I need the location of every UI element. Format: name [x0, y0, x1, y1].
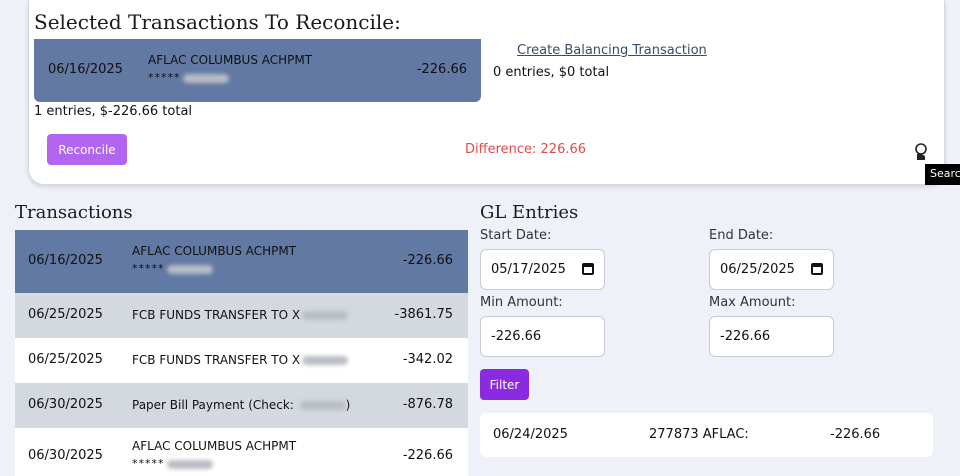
transaction-amount: -226.66 [402, 253, 453, 268]
transaction-date: 06/30/2025 [28, 448, 103, 463]
create-balancing-transaction-link[interactable]: Create Balancing Transaction [517, 43, 707, 58]
start-date-input[interactable]: 05/17/2025 [480, 249, 605, 290]
balancing-summary: 0 entries, $0 total [493, 65, 610, 80]
transactions-title: Transactions [15, 202, 133, 223]
difference-text: Difference: 226.66 [465, 142, 587, 157]
transaction-amount: -226.66 [402, 448, 453, 463]
redacted-text [299, 401, 346, 410]
calendar-icon[interactable] [582, 263, 594, 275]
redacted-text [302, 356, 349, 365]
redacted-text [182, 73, 229, 83]
transaction-row[interactable]: 06/25/2025 FCB FUNDS TRANSFER TO X -3861… [15, 293, 468, 338]
filter-button[interactable]: Filter [480, 369, 529, 400]
gl-entry-date: 06/24/2025 [493, 427, 568, 442]
transaction-row[interactable]: 06/30/2025 AFLAC COLUMBUS ACHPMT ***** -… [15, 428, 468, 476]
transaction-row[interactable]: 06/16/2025 AFLAC COLUMBUS ACHPMT ***** -… [15, 230, 468, 293]
end-date-label: End Date: [709, 228, 774, 243]
transaction-account: ***** [132, 457, 213, 470]
transaction-account: ***** [132, 262, 213, 275]
min-amount-label: Min Amount: [480, 295, 563, 310]
transaction-description: AFLAC COLUMBUS ACHPMT [132, 439, 297, 453]
max-amount-value: -226.66 [720, 329, 771, 344]
gl-entries-title: GL Entries [480, 202, 579, 223]
transaction-row[interactable]: 06/30/2025 Paper Bill Payment (Check: ) … [15, 383, 468, 428]
end-date-value: 06/25/2025 [720, 262, 795, 277]
search-tooltip: Search [925, 164, 960, 185]
transaction-date: 06/30/2025 [28, 397, 103, 412]
redacted-text [302, 311, 349, 320]
transactions-list: 06/16/2025 AFLAC COLUMBUS ACHPMT ***** -… [15, 230, 468, 476]
selected-transaction-account: ***** [148, 71, 229, 84]
transaction-description: AFLAC COLUMBUS ACHPMT [132, 244, 297, 258]
transaction-amount: -3861.75 [394, 307, 453, 322]
end-date-input[interactable]: 06/25/2025 [709, 249, 834, 290]
calendar-icon[interactable] [811, 263, 823, 275]
max-amount-input[interactable]: -226.66 [709, 316, 834, 357]
transaction-date: 06/25/2025 [28, 352, 103, 367]
gl-entry-description: 277873 AFLAC: [649, 427, 749, 442]
min-amount-value: -226.66 [491, 329, 542, 344]
transaction-description: FCB FUNDS TRANSFER TO X [132, 308, 349, 322]
selected-transaction-description: AFLAC COLUMBUS ACHPMT [148, 53, 313, 67]
max-amount-label: Max Amount: [709, 295, 796, 310]
gl-entry-row[interactable]: 06/24/2025 277873 AFLAC: -226.66 [480, 413, 933, 457]
selected-panel-title: Selected Transactions To Reconcile: [34, 10, 401, 34]
transaction-date: 06/16/2025 [28, 253, 103, 268]
gl-entry-amount: -226.66 [830, 427, 881, 442]
redacted-text [166, 264, 213, 274]
selected-transaction-row[interactable]: 06/16/2025 AFLAC COLUMBUS ACHPMT ***** -… [34, 39, 481, 102]
start-date-label: Start Date: [480, 228, 552, 243]
selected-transaction-amount: -226.66 [416, 62, 467, 77]
redacted-text [166, 459, 213, 469]
search-icon[interactable] [912, 142, 930, 162]
selected-transaction-date: 06/16/2025 [48, 62, 123, 77]
transaction-amount: -876.78 [402, 397, 453, 412]
selected-summary: 1 entries, $-226.66 total [34, 104, 193, 119]
transaction-description: FCB FUNDS TRANSFER TO X [132, 353, 349, 367]
transaction-row[interactable]: 06/25/2025 FCB FUNDS TRANSFER TO X -342.… [15, 338, 468, 383]
transaction-description: Paper Bill Payment (Check: ) [132, 398, 351, 412]
start-date-value: 05/17/2025 [491, 262, 566, 277]
min-amount-input[interactable]: -226.66 [480, 316, 605, 357]
transaction-date: 06/25/2025 [28, 307, 103, 322]
reconcile-button[interactable]: Reconcile [47, 134, 127, 165]
transaction-amount: -342.02 [402, 352, 453, 367]
